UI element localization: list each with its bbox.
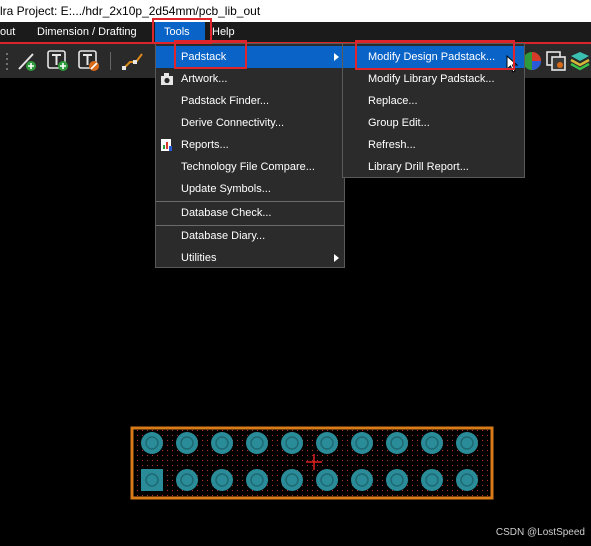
toolbar-separator: [110, 52, 111, 70]
tools-menu-item-utilities[interactable]: Utilities: [156, 247, 344, 269]
menu-item-help-label: Help: [212, 26, 235, 38]
menu-item-layout-label: out: [0, 26, 16, 38]
padstack-finder-label: Padstack Finder...: [181, 95, 270, 107]
submenu-item-modify-library-padstack[interactable]: Modify Library Padstack...: [343, 68, 524, 90]
pad: [456, 432, 478, 454]
pad: [351, 432, 373, 454]
edit-text-icon[interactable]: [78, 50, 100, 72]
toolbar-grip-icon: [6, 53, 8, 70]
tools-menu-item-derive-connectivity[interactable]: Derive Connectivity...: [156, 112, 344, 134]
pad: [281, 432, 303, 454]
pad: [456, 469, 478, 491]
pad: [141, 432, 163, 454]
tools-menu-item-database-check[interactable]: Database Check...: [156, 202, 344, 224]
submenu-item-refresh[interactable]: Refresh...: [343, 134, 524, 156]
menu-item-dimension-label: Dimension / Drafting: [37, 26, 137, 38]
tools-menu-item-padstack-finder[interactable]: Padstack Finder...: [156, 90, 344, 112]
submenu-item-group-edit[interactable]: Group Edit...: [343, 112, 524, 134]
pad: [421, 469, 443, 491]
tools-menu-item-artwork[interactable]: Artwork...: [156, 68, 344, 90]
window-title: lra Project: E:.../hdr_2x10p_2d54mm/pcb_…: [0, 4, 261, 18]
pad: [176, 469, 198, 491]
route-connect-icon[interactable]: [120, 50, 150, 72]
tools-menu-item-technology-file-compare[interactable]: Technology File Compare...: [156, 156, 344, 178]
watermark: CSDN @LostSpeed: [495, 527, 585, 538]
tools-menu-item-update-symbols[interactable]: Update Symbols...: [156, 178, 344, 200]
refresh-label: Refresh...: [368, 139, 416, 151]
layer-visibility-icon[interactable]: [545, 50, 567, 72]
technology-file-compare-label: Technology File Compare...: [181, 161, 315, 173]
padstack-submenu: Modify Design Padstack... Modify Library…: [342, 43, 525, 178]
pad: [316, 432, 338, 454]
submenu-item-modify-design-padstack[interactable]: Modify Design Padstack...: [343, 46, 524, 68]
add-line-icon[interactable]: [16, 50, 38, 72]
add-text-icon[interactable]: [47, 50, 69, 72]
submenu-arrow-icon: [334, 53, 339, 61]
tools-menu-item-reports[interactable]: Reports...: [156, 134, 344, 156]
pad: [211, 469, 233, 491]
update-symbols-label: Update Symbols...: [181, 183, 271, 195]
menu-item-layout[interactable]: out: [0, 22, 22, 42]
pad: [246, 469, 268, 491]
menu-bar: out Dimension / Drafting Tools Help: [0, 22, 591, 42]
camera-icon: [161, 73, 173, 85]
menu-item-tools[interactable]: Tools: [155, 22, 205, 42]
modify-design-padstack-label: Modify Design Padstack...: [368, 51, 496, 63]
stack-layers-icon[interactable]: [569, 50, 591, 72]
database-check-label: Database Check...: [181, 207, 272, 219]
mouse-cursor-icon: [506, 55, 518, 73]
pad: [176, 432, 198, 454]
artwork-label: Artwork...: [181, 73, 228, 85]
library-drill-report-label: Library Drill Report...: [368, 161, 469, 173]
report-icon: [161, 139, 172, 151]
pad: [386, 432, 408, 454]
pad: [211, 432, 233, 454]
menu-item-tools-label: Tools: [164, 26, 190, 38]
pad: [316, 469, 338, 491]
submenu-item-library-drill-report[interactable]: Library Drill Report...: [343, 156, 524, 178]
modify-library-padstack-label: Modify Library Padstack...: [368, 73, 495, 85]
group-edit-label: Group Edit...: [368, 117, 430, 129]
menu-item-dimension-drafting[interactable]: Dimension / Drafting: [37, 22, 149, 42]
pad: [246, 432, 268, 454]
submenu-item-replace[interactable]: Replace...: [343, 90, 524, 112]
pad: [421, 432, 443, 454]
menu-item-help[interactable]: Help: [212, 22, 242, 42]
pad-square-pin1: [141, 469, 163, 491]
database-diary-label: Database Diary...: [181, 230, 266, 242]
tools-menu: Padstack Artwork... Padstack Finder... D…: [155, 43, 345, 268]
derive-connectivity-label: Derive Connectivity...: [181, 117, 285, 129]
pad: [351, 469, 373, 491]
utilities-label: Utilities: [181, 252, 217, 264]
pad: [281, 469, 303, 491]
submenu-arrow-icon: [334, 254, 339, 262]
tools-menu-item-database-diary[interactable]: Database Diary...: [156, 225, 344, 247]
reports-label: Reports...: [181, 139, 229, 151]
pad: [386, 469, 408, 491]
padstack-label: Padstack: [181, 51, 227, 63]
tools-menu-item-padstack[interactable]: Padstack: [156, 46, 344, 68]
window-title-bar: lra Project: E:.../hdr_2x10p_2d54mm/pcb_…: [0, 0, 591, 22]
replace-label: Replace...: [368, 95, 418, 107]
